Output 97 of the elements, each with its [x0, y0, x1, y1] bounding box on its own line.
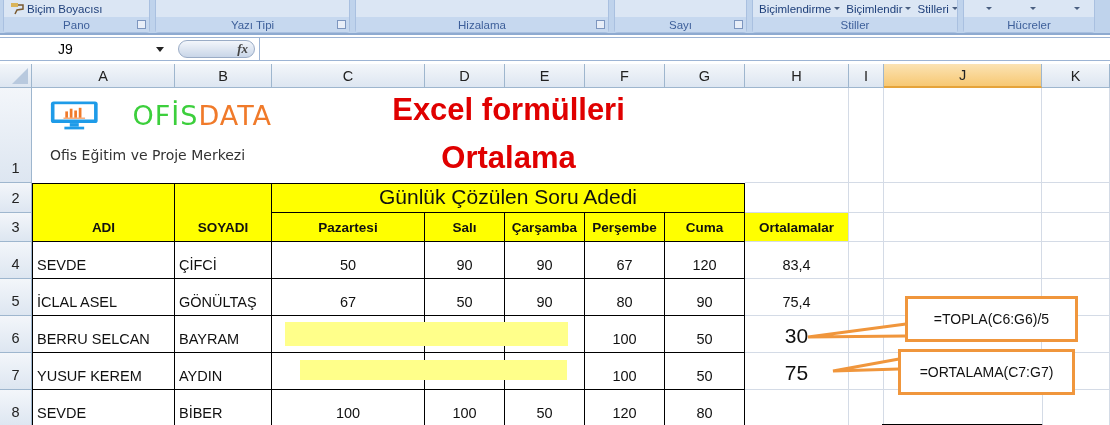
empty-cell — [849, 183, 884, 213]
table-cell: 100 — [585, 316, 665, 353]
table-cell: 50 — [665, 316, 745, 353]
caret-icon — [905, 7, 912, 10]
table-cell: 50 — [505, 390, 585, 425]
table-cell: 100 — [585, 353, 665, 390]
row-header[interactable]: 4 — [0, 242, 32, 279]
sheet-title: Excel formülleri — [392, 92, 625, 128]
table-cell: 90 — [505, 279, 585, 316]
table-cell: GÖNÜLTAŞ — [175, 279, 272, 316]
empty-cell — [1042, 242, 1110, 279]
header-cell: Ortalamalar — [745, 213, 849, 242]
table-cell: 120 — [585, 390, 665, 425]
formula-callout: =ORTALAMA(C7:G7) — [898, 349, 1075, 395]
name-box[interactable]: J9 — [0, 38, 170, 60]
table-cell: 100 — [272, 390, 425, 425]
table-cell: 80 — [585, 279, 665, 316]
table-cell: 83,4 — [745, 242, 849, 279]
logo-tagline: Ofis Eğitim ve Proje Merkezi — [50, 147, 247, 163]
sheet-title: Ortalama — [441, 140, 576, 176]
dialog-launcher-icon[interactable] — [734, 20, 743, 29]
column-header[interactable]: I — [849, 64, 884, 88]
table-cell: 50 — [425, 279, 505, 316]
row-header[interactable]: 3 — [0, 213, 32, 242]
caret-icon[interactable] — [986, 7, 992, 10]
table-cell: İCLAL ASEL — [32, 279, 175, 316]
logo-wordmark: OFİSDATA — [132, 99, 272, 131]
column-header[interactable]: H — [745, 64, 849, 88]
table-cell: 67 — [585, 242, 665, 279]
table-cell: AYDIN — [175, 353, 272, 390]
table-cell: 120 — [665, 242, 745, 279]
table-cell: 100 — [425, 390, 505, 425]
formula-callout: =TOPLA(C6:G6)/5 — [905, 296, 1078, 342]
table-cell: 90 — [665, 279, 745, 316]
column-header[interactable]: E — [505, 64, 585, 88]
group-label: Stiller — [840, 18, 870, 31]
menu-button[interactable]: Biçimlendirme — [759, 2, 841, 15]
group-label: Pano — [63, 18, 90, 31]
table-cell: ÇİFCİ — [175, 242, 272, 279]
column-header[interactable]: G — [665, 64, 745, 88]
table-cell: BİBER — [175, 390, 272, 425]
header-cell: Pazartesi — [272, 213, 425, 242]
header-cell: Cuma — [665, 213, 745, 242]
column-header[interactable]: F — [585, 64, 665, 88]
group-label: Hizalama — [458, 18, 506, 31]
table-cell: 90 — [505, 242, 585, 279]
table-cell: 80 — [665, 390, 745, 425]
table-cell: BAYRAM — [175, 316, 272, 353]
column-header[interactable]: D — [425, 64, 505, 88]
header-cell: SOYADI — [175, 183, 272, 242]
table-cell: BERRU SELCAN — [32, 316, 175, 353]
caret-icon — [834, 7, 841, 10]
header-cell: Salı — [425, 213, 505, 242]
table-cell: 90 — [425, 242, 505, 279]
table-cell: 75,4 — [745, 279, 849, 316]
row-header[interactable]: 2 — [0, 183, 32, 213]
table-cell: SEVDE — [32, 390, 175, 425]
row-header[interactable]: 5 — [0, 279, 32, 316]
brush-icon — [10, 2, 24, 15]
table-cell: 67 — [272, 279, 425, 316]
row-header[interactable]: 6 — [0, 316, 32, 353]
table-cell: SEVDE — [32, 242, 175, 279]
menu-button[interactable]: Biçimlendir — [846, 2, 912, 15]
row-header[interactable]: 7 — [0, 353, 32, 390]
row-header[interactable]: 8 — [0, 390, 32, 425]
header-cell: Perşembe — [585, 213, 665, 242]
leader-line — [831, 357, 901, 373]
header-cell: Günlük Çözülen Soru Adedi — [272, 183, 745, 213]
dialog-launcher-icon[interactable] — [337, 20, 346, 29]
column-header[interactable]: A — [32, 64, 175, 88]
column-header[interactable]: J — [884, 64, 1042, 88]
menu-button[interactable]: Stilleri — [917, 2, 957, 15]
column-header[interactable]: K — [1042, 64, 1110, 88]
caret-icon[interactable] — [1030, 7, 1036, 10]
empty-cell — [1042, 213, 1110, 242]
empty-cell — [849, 242, 884, 279]
caret-icon[interactable] — [1074, 7, 1080, 10]
header-cell: ADI — [32, 183, 175, 242]
table-cell: 50 — [665, 353, 745, 390]
empty-cell — [1042, 183, 1110, 213]
table-cell: 50 — [272, 242, 425, 279]
group-label: Hücreler — [1007, 18, 1051, 31]
format-painter-button[interactable]: Biçim Boyacısı — [10, 2, 103, 15]
table-cell: YUSUF KEREM — [32, 353, 175, 390]
caret-icon — [951, 7, 957, 10]
caret-icon — [156, 46, 164, 52]
monitor-chart-icon — [50, 99, 99, 131]
group-label: Yazı Tipi — [230, 18, 275, 31]
header-cell: Çarşamba — [505, 213, 585, 242]
column-header[interactable]: B — [175, 64, 272, 88]
group-label: Sayı — [669, 18, 692, 31]
column-header[interactable]: C — [272, 64, 425, 88]
dialog-launcher-icon[interactable] — [596, 20, 605, 29]
empty-cell — [849, 279, 884, 316]
dialog-launcher-icon[interactable] — [137, 20, 146, 29]
row-header[interactable]: 1 — [0, 88, 32, 183]
insert-function-button[interactable]: fx — [178, 40, 255, 58]
